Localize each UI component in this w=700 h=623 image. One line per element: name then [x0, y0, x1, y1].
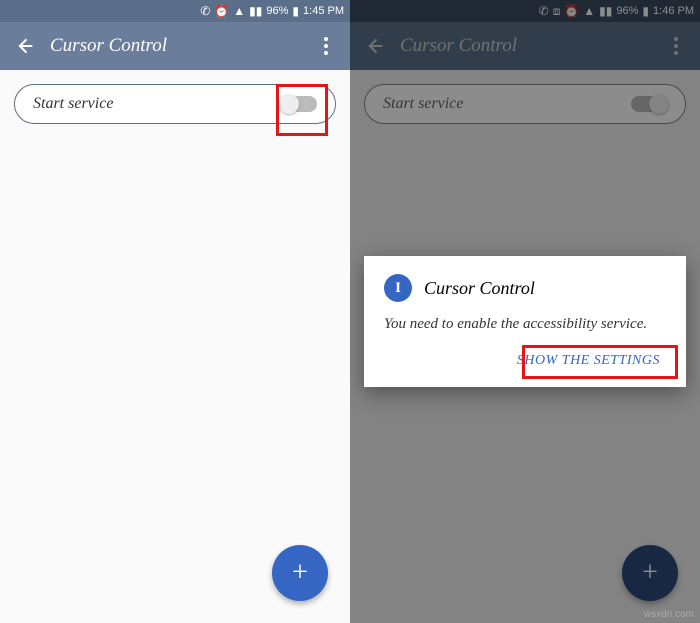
- status-bar: ✆ ⧈ ⏰ ▲ ▮▮ 96% ▮ 1:46 PM: [350, 0, 700, 22]
- clock-text: 1:45 PM: [303, 5, 344, 17]
- overflow-menu-icon[interactable]: [310, 30, 342, 62]
- whatsapp-icon: ✆: [539, 5, 549, 17]
- service-toggle[interactable]: [281, 96, 317, 112]
- dialog-title: Cursor Control: [424, 278, 535, 299]
- fab-add[interactable]: +: [272, 545, 328, 601]
- show-settings-button[interactable]: SHOW THE SETTINGS: [511, 349, 666, 373]
- app-bar: Cursor Control: [0, 22, 350, 70]
- plus-icon: +: [292, 557, 308, 589]
- dropbox-icon: ⧈: [553, 5, 561, 17]
- alarm-icon: ⏰: [214, 5, 229, 17]
- service-card: Start service: [364, 84, 686, 124]
- app-icon-letter: I: [395, 280, 401, 297]
- dialog-header: I Cursor Control: [384, 274, 666, 302]
- dialog: I Cursor Control You need to enable the …: [364, 256, 686, 387]
- content-area: Start service +: [0, 70, 350, 623]
- battery-text: 96%: [266, 5, 288, 17]
- app-title: Cursor Control: [50, 35, 310, 57]
- wifi-icon: ▲: [233, 5, 245, 17]
- app-title: Cursor Control: [400, 35, 660, 57]
- app-icon: I: [384, 274, 412, 302]
- service-label: Start service: [383, 95, 463, 113]
- dialog-actions: SHOW THE SETTINGS: [384, 349, 666, 373]
- battery-text: 96%: [616, 5, 638, 17]
- signal-icon: ▮▮: [599, 5, 612, 17]
- service-toggle[interactable]: [631, 96, 667, 112]
- dialog-message: You need to enable the accessibility ser…: [384, 314, 666, 335]
- battery-icon: ▮: [292, 5, 299, 17]
- overflow-menu-icon[interactable]: [660, 30, 692, 62]
- signal-icon: ▮▮: [249, 5, 262, 17]
- alarm-icon: ⏰: [564, 5, 579, 17]
- battery-icon: ▮: [642, 5, 649, 17]
- app-bar: Cursor Control: [350, 22, 700, 70]
- screen-right: ✆ ⧈ ⏰ ▲ ▮▮ 96% ▮ 1:46 PM Cursor Control …: [350, 0, 700, 623]
- status-bar: ✆ ⏰ ▲ ▮▮ 96% ▮ 1:45 PM: [0, 0, 350, 22]
- clock-text: 1:46 PM: [653, 5, 694, 17]
- plus-icon: +: [642, 557, 658, 589]
- service-label: Start service: [33, 95, 113, 113]
- wifi-icon: ▲: [583, 5, 595, 17]
- service-card: Start service: [14, 84, 336, 124]
- back-button[interactable]: [8, 30, 40, 62]
- back-button[interactable]: [358, 30, 390, 62]
- whatsapp-icon: ✆: [200, 5, 210, 17]
- watermark: wsxdn.com: [644, 609, 694, 620]
- fab-add[interactable]: +: [622, 545, 678, 601]
- screen-left: ✆ ⏰ ▲ ▮▮ 96% ▮ 1:45 PM Cursor Control St…: [0, 0, 350, 623]
